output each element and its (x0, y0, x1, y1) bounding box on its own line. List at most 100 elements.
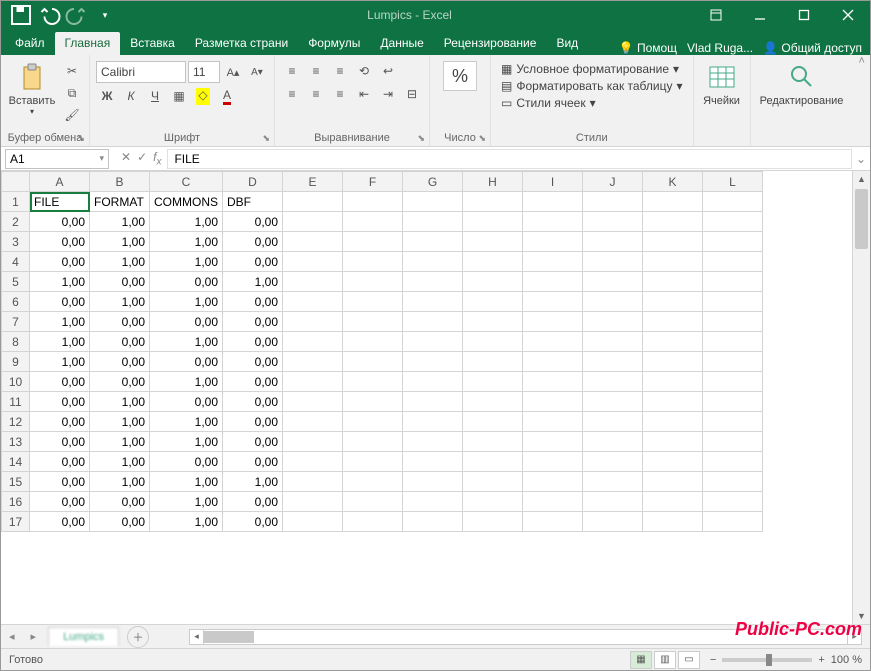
column-header[interactable]: E (283, 172, 343, 192)
cell[interactable]: 0,00 (30, 212, 90, 232)
cell[interactable]: 0,00 (223, 332, 283, 352)
row-header[interactable]: 10 (2, 372, 30, 392)
cell[interactable] (583, 232, 643, 252)
save-icon[interactable] (9, 3, 33, 27)
cell[interactable]: 0,00 (30, 252, 90, 272)
cell[interactable] (343, 292, 403, 312)
cell[interactable] (283, 312, 343, 332)
column-header[interactable]: I (523, 172, 583, 192)
cell[interactable]: 0,00 (90, 492, 150, 512)
column-header[interactable]: C (150, 172, 223, 192)
cell[interactable] (463, 512, 523, 532)
cell[interactable]: 0,00 (223, 252, 283, 272)
cell[interactable] (583, 272, 643, 292)
cell[interactable] (703, 492, 763, 512)
cell[interactable]: 0,00 (223, 492, 283, 512)
scroll-right-icon[interactable]: ▸ (847, 630, 861, 644)
cell[interactable]: 1,00 (150, 372, 223, 392)
cell[interactable] (283, 272, 343, 292)
cell[interactable] (403, 252, 463, 272)
column-header[interactable]: K (643, 172, 703, 192)
cell[interactable]: 1,00 (30, 352, 90, 372)
cell[interactable] (283, 452, 343, 472)
cell[interactable]: 0,00 (223, 412, 283, 432)
undo-icon[interactable] (37, 3, 61, 27)
cell[interactable]: 1,00 (150, 232, 223, 252)
cell[interactable]: 0,00 (30, 392, 90, 412)
cell[interactable] (583, 512, 643, 532)
font-size-select[interactable]: 11 (188, 61, 220, 83)
cell[interactable]: 0,00 (150, 352, 223, 372)
fx-icon[interactable]: fx (153, 150, 161, 167)
cell[interactable] (523, 492, 583, 512)
cell[interactable]: 1,00 (30, 312, 90, 332)
format-as-table-button[interactable]: ▤Форматировать как таблицу ▾ (497, 78, 687, 94)
cell[interactable] (343, 392, 403, 412)
tab-data[interactable]: Данные (370, 32, 433, 55)
cell[interactable] (703, 412, 763, 432)
accept-formula-icon[interactable]: ✓ (137, 150, 147, 167)
cell[interactable] (703, 212, 763, 232)
sheet-tab[interactable]: Lumpics (48, 627, 119, 646)
cell[interactable] (703, 272, 763, 292)
cell[interactable] (463, 352, 523, 372)
cell[interactable] (343, 192, 403, 212)
cell[interactable] (523, 372, 583, 392)
cell[interactable]: FORMAT (90, 192, 150, 212)
tab-file[interactable]: Файл (5, 32, 55, 55)
cell[interactable] (403, 492, 463, 512)
tab-insert[interactable]: Вставка (120, 32, 185, 55)
cell[interactable] (463, 392, 523, 412)
fill-color-icon[interactable]: ◇ (192, 86, 214, 106)
zoom-level[interactable]: 100 % (831, 654, 862, 666)
cell[interactable] (523, 212, 583, 232)
cell[interactable]: 0,00 (223, 352, 283, 372)
cell[interactable]: 1,00 (150, 332, 223, 352)
cell[interactable] (403, 232, 463, 252)
cell[interactable]: 1,00 (150, 432, 223, 452)
cell[interactable]: 1,00 (223, 272, 283, 292)
expand-formula-icon[interactable]: ⌄ (852, 152, 870, 166)
cell[interactable]: 1,00 (150, 412, 223, 432)
cell[interactable]: 0,00 (90, 372, 150, 392)
column-header[interactable]: F (343, 172, 403, 192)
paste-button[interactable]: Вставить ▾ (7, 59, 57, 127)
cell[interactable] (283, 332, 343, 352)
cell[interactable] (283, 432, 343, 452)
cell[interactable] (463, 452, 523, 472)
cell[interactable]: 1,00 (223, 472, 283, 492)
row-header[interactable]: 3 (2, 232, 30, 252)
cell[interactable]: 1,00 (90, 412, 150, 432)
cell[interactable] (703, 392, 763, 412)
cell[interactable] (583, 472, 643, 492)
cell[interactable] (343, 432, 403, 452)
cell[interactable] (703, 432, 763, 452)
editing-button[interactable]: Редактирование (757, 59, 847, 127)
underline-button[interactable]: Ч (144, 86, 166, 106)
row-header[interactable]: 5 (2, 272, 30, 292)
scroll-thumb[interactable] (855, 189, 868, 249)
cell[interactable] (523, 272, 583, 292)
normal-view-icon[interactable]: ▦ (630, 651, 652, 669)
cell[interactable]: 0,00 (223, 432, 283, 452)
cell[interactable] (343, 252, 403, 272)
zoom-out-icon[interactable]: − (710, 654, 716, 666)
cell[interactable] (403, 472, 463, 492)
cell[interactable] (643, 492, 703, 512)
cell[interactable] (643, 392, 703, 412)
cell[interactable] (403, 412, 463, 432)
cell[interactable] (343, 272, 403, 292)
cell[interactable] (403, 192, 463, 212)
cell[interactable]: 1,00 (90, 432, 150, 452)
cell[interactable] (523, 412, 583, 432)
row-header[interactable]: 1 (2, 192, 30, 212)
cell[interactable] (283, 212, 343, 232)
cell[interactable] (523, 232, 583, 252)
column-header[interactable]: A (30, 172, 90, 192)
cell[interactable] (523, 452, 583, 472)
cell[interactable] (463, 332, 523, 352)
cell[interactable]: 0,00 (30, 472, 90, 492)
cell[interactable] (463, 472, 523, 492)
cell[interactable] (283, 292, 343, 312)
cell[interactable]: 0,00 (30, 512, 90, 532)
